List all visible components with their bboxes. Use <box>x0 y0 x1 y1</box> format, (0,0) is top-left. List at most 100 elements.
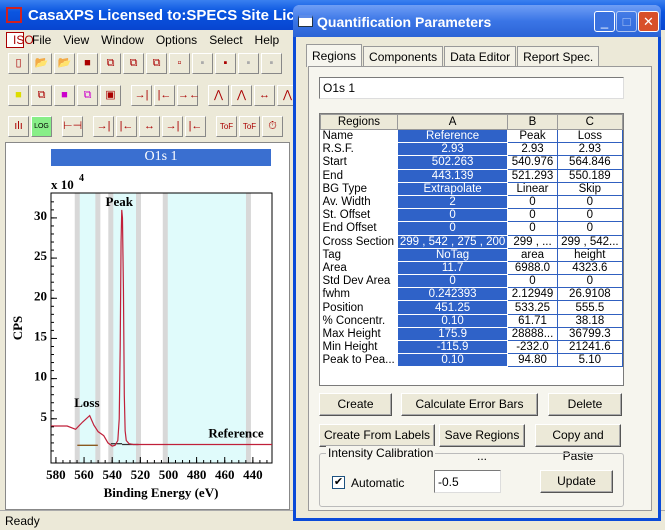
table-cell[interactable]: 0 <box>556 208 623 223</box>
column-header-b[interactable]: B <box>507 114 558 130</box>
table-cell[interactable]: area <box>507 247 558 262</box>
table-cell[interactable]: 0 <box>507 208 558 223</box>
minimize-button[interactable]: _ <box>594 11 615 32</box>
table-cell[interactable]: 540.976 <box>507 155 558 170</box>
copy-blue-icon[interactable]: ⧉ <box>146 53 167 74</box>
regions-table[interactable]: Regions A B C Name Reference Peak Loss R.S.F. 2.9… <box>319 113 624 386</box>
table-cell[interactable]: 2.12949 <box>507 287 558 302</box>
save-icon[interactable]: ■ <box>77 53 98 74</box>
contract-icon[interactable]: →← <box>177 85 200 106</box>
table-cell[interactable]: 5.10 <box>556 353 623 368</box>
table-cell[interactable]: 4323.6 <box>556 260 623 276</box>
table-cell[interactable]: Reference <box>396 128 509 144</box>
table-cell[interactable]: 0 <box>556 194 623 210</box>
region-right-icon[interactable]: →| <box>93 116 114 137</box>
page-icon[interactable]: ▫ <box>169 53 190 74</box>
limit-left-icon[interactable]: |← <box>185 116 206 137</box>
table-cell[interactable]: 38.18 <box>556 313 623 328</box>
table-cell[interactable]: Loss <box>556 128 623 144</box>
automatic-checkbox[interactable]: ✔ <box>332 476 345 489</box>
spectrum-plot[interactable]: 580 560 540 520 500 480 460 440 5 10 15 20 25 30 Bindi… <box>6 143 291 511</box>
table-cell[interactable]: 502.263 <box>396 155 509 170</box>
copy-red-icon[interactable]: ⧉ <box>123 53 144 74</box>
table-cell[interactable]: 0 <box>507 194 558 210</box>
table-cell[interactable]: 451.25 <box>396 300 509 315</box>
disabled1-icon[interactable]: ▪ <box>192 53 213 74</box>
limit-right-icon[interactable]: →| <box>162 116 183 137</box>
table-cell[interactable]: 0 <box>507 221 558 236</box>
table-cell[interactable]: 2.93 <box>507 142 558 157</box>
expand-icon[interactable]: ↔ <box>254 85 275 106</box>
new-icon[interactable]: ▯ <box>8 53 29 74</box>
overlay-icon[interactable]: ⧉ <box>31 85 52 106</box>
right-bracket-icon[interactable]: →| <box>131 85 152 106</box>
table-cell[interactable]: Peak <box>507 128 558 144</box>
yellow-square-icon[interactable]: ■ <box>8 85 29 106</box>
frame-icon[interactable]: ▣ <box>100 85 121 106</box>
table-cell[interactable]: Skip <box>556 181 623 196</box>
close-button[interactable]: ✕ <box>638 11 659 32</box>
menu-file[interactable]: File <box>26 33 57 47</box>
table-cell[interactable]: 299 , 542... <box>556 234 623 249</box>
menu-options[interactable]: Options <box>150 33 203 47</box>
table-cell[interactable]: 21241.6 <box>556 339 623 355</box>
create-button[interactable]: Create <box>319 393 392 416</box>
tab-data-editor[interactable]: Data Editor <box>444 46 517 66</box>
column-header-regions[interactable]: Regions <box>320 114 398 130</box>
left-bracket-icon[interactable]: |← <box>154 85 175 106</box>
table-cell[interactable]: -232.0 <box>507 339 558 355</box>
table-cell[interactable]: 94.80 <box>507 353 558 368</box>
table-cell[interactable]: 175.9 <box>396 326 509 342</box>
table-cell[interactable]: 11.7 <box>396 260 509 276</box>
copy-icon[interactable]: ⧉ <box>100 53 121 74</box>
menu-help[interactable]: Help <box>249 33 286 47</box>
menu-window[interactable]: Window <box>95 33 150 47</box>
calibration-value-field[interactable] <box>434 470 501 493</box>
copy-and-paste-button[interactable]: Copy and Paste <box>535 424 621 463</box>
magenta-overlay-icon[interactable]: ⧉ <box>77 85 98 106</box>
table-cell[interactable]: 0 <box>396 208 509 223</box>
update-button[interactable]: Update <box>540 470 613 493</box>
table-cell[interactable]: Linear <box>507 181 558 196</box>
region-left-icon[interactable]: |← <box>116 116 137 137</box>
menu-view[interactable]: View <box>57 33 95 47</box>
table-cell[interactable]: 0.10 <box>396 353 509 368</box>
table-cell[interactable]: 6988.0 <box>507 260 558 276</box>
region-name-field[interactable] <box>319 77 624 99</box>
peak-right-icon[interactable]: ⋀ <box>208 85 229 106</box>
maximize-button[interactable]: □ <box>616 11 637 32</box>
table-cell[interactable]: NoTag <box>396 247 509 262</box>
spectrum-icon[interactable]: ılı <box>8 116 29 137</box>
table-cell[interactable]: 2.93 <box>396 142 509 157</box>
menu-select[interactable]: Select <box>203 33 248 47</box>
calculate-error-bars-button[interactable]: Calculate Error Bars <box>401 393 538 416</box>
grid-red-icon[interactable]: ▪ <box>215 53 236 74</box>
table-cell[interactable]: 564.846 <box>556 155 623 170</box>
table-cell[interactable]: 0.242393 <box>396 287 509 302</box>
table-cell[interactable]: 0 <box>396 274 509 289</box>
table-cell[interactable]: 299 , ... <box>507 234 558 249</box>
table-cell[interactable]: 0.10 <box>396 313 509 328</box>
tof-calib-x-icon[interactable]: ToF <box>239 116 260 137</box>
table-cell[interactable]: 28888... <box>507 326 558 342</box>
peak-left-icon[interactable]: ⋀ <box>231 85 252 106</box>
iso-icon[interactable]: ISO <box>6 31 34 48</box>
save-regions-button[interactable]: Save Regions ... <box>439 424 525 463</box>
table-cell[interactable]: 443.139 <box>396 168 509 183</box>
tab-report-spec[interactable]: Report Spec. <box>517 46 600 66</box>
disabled2-icon[interactable]: ▪ <box>238 53 259 74</box>
delete-button[interactable]: Delete <box>548 393 622 416</box>
table-cell[interactable]: 26.9108 <box>556 287 623 302</box>
table-cell[interactable]: -115.9 <box>396 339 509 355</box>
table-cell[interactable]: 521.293 <box>507 168 558 183</box>
table-cell[interactable]: 533.25 <box>507 300 558 315</box>
table-cell[interactable]: 61.71 <box>507 313 558 328</box>
tab-components[interactable]: Components <box>363 46 444 66</box>
table-cell[interactable]: 299 , 542 , 275 , 200 <box>396 234 509 249</box>
clock-arrow-icon[interactable]: ⏱ <box>262 116 283 137</box>
table-cell[interactable]: 555.5 <box>556 300 623 315</box>
table-cell[interactable]: 0 <box>396 221 509 236</box>
expand-h-icon[interactable]: ↔ <box>139 116 160 137</box>
column-header-a[interactable]: A <box>396 114 509 130</box>
open-folder-icon[interactable]: 📂 <box>54 53 75 74</box>
